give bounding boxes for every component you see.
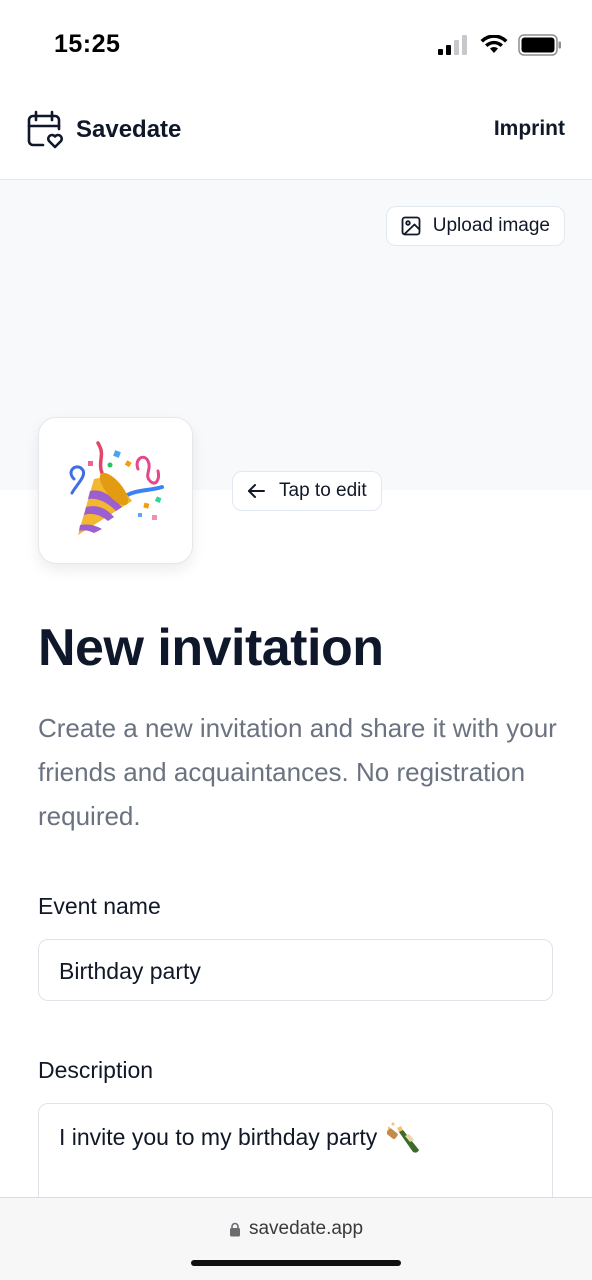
upload-image-label: Upload image	[432, 215, 550, 236]
imprint-link[interactable]: Imprint	[494, 117, 565, 141]
event-name-value: Birthday party	[59, 958, 201, 984]
description-value: I invite you to my birthday party	[59, 1124, 378, 1150]
upload-image-button[interactable]: Upload image	[385, 206, 565, 246]
app-header: Savedate Imprint	[0, 94, 592, 180]
page-description: Create a new invitation and share it wit…	[38, 713, 557, 831]
home-indicator	[191, 1260, 401, 1266]
battery-icon	[518, 34, 561, 56]
status-time: 15:25	[54, 30, 121, 58]
calendar-heart-icon	[27, 110, 64, 149]
url-text: savedate.app	[248, 1218, 364, 1239]
party-popper-icon	[69, 440, 164, 535]
status-bar: 15:25	[0, 0, 592, 94]
browser-url-bar[interactable]: savedate.app	[0, 1197, 592, 1280]
event-name-label: Event name	[38, 893, 161, 919]
tap-to-edit-label: Tap to edit	[279, 480, 367, 501]
bottle-with-popping-cork-icon	[387, 1122, 420, 1153]
image-icon	[401, 216, 421, 236]
event-emoji-button[interactable]	[38, 417, 193, 564]
brand-logo-link[interactable]: Savedate	[26, 110, 181, 150]
tap-to-edit-hint[interactable]: Tap to edit	[232, 471, 382, 511]
description-label: Description	[38, 1057, 154, 1083]
url-display: savedate.app	[0, 1218, 592, 1240]
event-name-input[interactable]: Birthday party	[38, 939, 553, 1001]
arrow-left-icon	[248, 484, 265, 498]
status-icons	[438, 34, 562, 56]
wifi-icon	[480, 35, 508, 53]
page-title: New invitation	[38, 619, 384, 677]
lock-icon	[229, 1222, 240, 1236]
brand-name: Savedate	[76, 116, 182, 143]
cellular-signal-icon	[438, 35, 467, 55]
